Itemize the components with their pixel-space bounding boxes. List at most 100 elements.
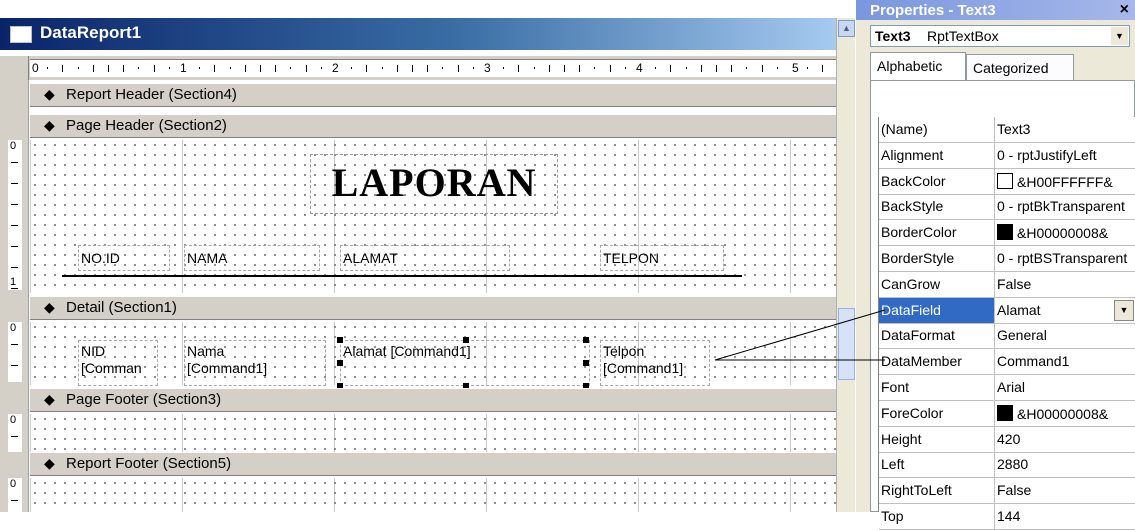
column-separator	[994, 117, 995, 143]
property-value[interactable]: Arial	[997, 379, 1135, 395]
ruler-tick	[168, 67, 170, 69]
field-alamat-selected[interactable]: Alamat [Command1]	[337, 337, 590, 389]
property-row[interactable]: Alignment 0 - rptJustifyLeft	[879, 142, 1135, 169]
vruler-tick	[11, 267, 18, 268]
property-row[interactable]: CanGrow False	[879, 271, 1135, 298]
object-name: Text3	[875, 28, 911, 44]
property-name: DataMember	[881, 353, 962, 370]
column-separator	[994, 297, 995, 324]
property-value[interactable]: 2880	[997, 456, 1135, 472]
ruler-tick	[776, 67, 778, 69]
property-grid[interactable]: (Name) Text3 Alignment 0 - rptJustifyLeft Ba…	[878, 117, 1135, 530]
column-separator	[994, 246, 995, 272]
vruler-number: 1	[10, 276, 17, 288]
property-row[interactable]: Left 2880	[879, 452, 1135, 479]
properties-title-bar[interactable]: Properties - Text3 ×	[856, 0, 1135, 20]
column-header-telpon[interactable]: TELPON	[600, 245, 724, 271]
report-footer-area[interactable]	[30, 478, 836, 512]
property-value[interactable]: General	[997, 327, 1135, 343]
ruler-tick	[716, 64, 717, 72]
property-value[interactable]: &H00000008&	[997, 404, 1135, 422]
ruler-tick	[412, 64, 413, 72]
column-header-noid[interactable]: NO.ID	[78, 245, 170, 271]
chevron-down-icon[interactable]: ▼	[1111, 27, 1128, 45]
column-separator	[994, 349, 995, 376]
property-value[interactable]: 0 - rptJustifyLeft	[997, 147, 1135, 163]
property-row[interactable]: BackStyle 0 - rptBkTransparent	[879, 194, 1135, 221]
property-row[interactable]: Top 144	[879, 504, 1135, 530]
ruler-number: 3	[484, 61, 491, 75]
ruler-tick	[533, 67, 535, 69]
designer-vertical-scrollbar[interactable]: ▲	[836, 18, 855, 512]
detail-area[interactable]: NID [Comman Nama [Command1] Alamat [Comm…	[30, 322, 836, 389]
column-separator	[994, 400, 995, 427]
vruler-tick	[11, 225, 18, 226]
section-report-header[interactable]: ◆ Report Header (Section4)	[30, 83, 836, 107]
property-value[interactable]: Command1	[997, 353, 1135, 369]
property-value[interactable]: &H00FFFFFF&	[997, 172, 1135, 190]
ruler-tick	[214, 64, 216, 72]
property-row[interactable]: BorderColor &H00000008&	[879, 220, 1135, 247]
property-value[interactable]: 0 - rptBSTransparent	[997, 250, 1135, 266]
vertical-ruler: 0 1	[8, 140, 22, 290]
scroll-up-icon[interactable]: ▲	[838, 20, 855, 37]
designer-title-bar[interactable]: DataReport1	[0, 18, 836, 50]
ruler-tick	[442, 67, 444, 69]
vruler-tick	[11, 500, 18, 501]
property-row[interactable]: BorderStyle 0 - rptBSTransparent	[879, 246, 1135, 272]
ruler-tick	[624, 67, 626, 69]
title-label[interactable]: LAPORAN	[310, 154, 558, 214]
property-value[interactable]: 420	[997, 431, 1135, 447]
property-value[interactable]: 144	[997, 508, 1135, 524]
vruler-tick	[11, 183, 18, 184]
page-footer-area[interactable]	[30, 414, 836, 452]
section-page-footer[interactable]: ◆ Page Footer (Section3)	[30, 388, 836, 412]
property-row[interactable]: ForeColor &H00000008&	[879, 400, 1135, 427]
property-row[interactable]: DataMember Command1	[879, 349, 1135, 376]
ruler-tick	[138, 67, 140, 69]
ruler-tick	[77, 67, 79, 69]
vertical-ruler: 0	[8, 478, 22, 512]
property-value[interactable]: False	[997, 276, 1135, 292]
vruler-number: 0	[10, 322, 17, 334]
property-name: ForeColor	[881, 404, 944, 421]
property-value[interactable]: False	[997, 482, 1135, 498]
vruler-tick	[11, 162, 18, 163]
ruler-number: 5	[792, 61, 799, 75]
section-page-header[interactable]: ◆ Page Header (Section2)	[30, 114, 836, 138]
object-selector[interactable]: Text3 RptTextBox ▼	[870, 25, 1130, 47]
property-row[interactable]: (Name) Text3	[879, 117, 1135, 143]
property-value[interactable]: 0 - rptBkTransparent	[997, 198, 1135, 214]
ruler-tick	[564, 64, 565, 72]
property-row[interactable]: BackColor &H00FFFFFF&	[879, 168, 1135, 195]
chevron-down-icon[interactable]: ▼	[1114, 299, 1134, 321]
ruler-number: 4	[636, 61, 643, 75]
column-separator	[994, 168, 995, 195]
field-telpon[interactable]: Telpon [Command1]	[600, 340, 710, 386]
field-nama[interactable]: Nama [Command1]	[184, 340, 326, 386]
ruler-tick	[670, 64, 672, 72]
property-row[interactable]: Font Arial	[879, 375, 1135, 401]
property-row[interactable]: DataFormat General	[879, 323, 1135, 350]
ruler-tick	[366, 64, 368, 72]
ruler-number: 1	[180, 61, 187, 75]
property-row[interactable]: DataField Alamat ▼	[879, 297, 1135, 324]
tab-categorized[interactable]: Categorized	[966, 54, 1074, 80]
field-nid[interactable]: NID [Comman	[78, 340, 158, 386]
property-row[interactable]: RightToLeft False	[879, 478, 1135, 505]
property-value[interactable]: Text3	[997, 121, 1135, 137]
property-row[interactable]: Height 420	[879, 426, 1135, 453]
scroll-thumb[interactable]	[838, 308, 855, 380]
property-value[interactable]: &H00000008&	[997, 224, 1135, 241]
vruler-tick	[11, 365, 18, 366]
ruler-tick	[290, 67, 292, 69]
vruler-tick	[11, 204, 18, 205]
section-report-footer[interactable]: ◆ Report Footer (Section5)	[30, 452, 836, 476]
column-header-alamat[interactable]: ALAMAT	[340, 245, 510, 271]
section-detail[interactable]: ◆ Detail (Section1)	[30, 296, 836, 320]
section-label: Report Footer (Section5)	[66, 455, 232, 472]
page-header-area[interactable]: LAPORAN NO.ID NAMA ALAMAT TELPON	[30, 140, 836, 293]
close-icon[interactable]: ×	[1120, 1, 1129, 19]
tab-alphabetic[interactable]: Alphabetic	[870, 52, 966, 80]
column-header-nama[interactable]: NAMA	[184, 245, 320, 271]
